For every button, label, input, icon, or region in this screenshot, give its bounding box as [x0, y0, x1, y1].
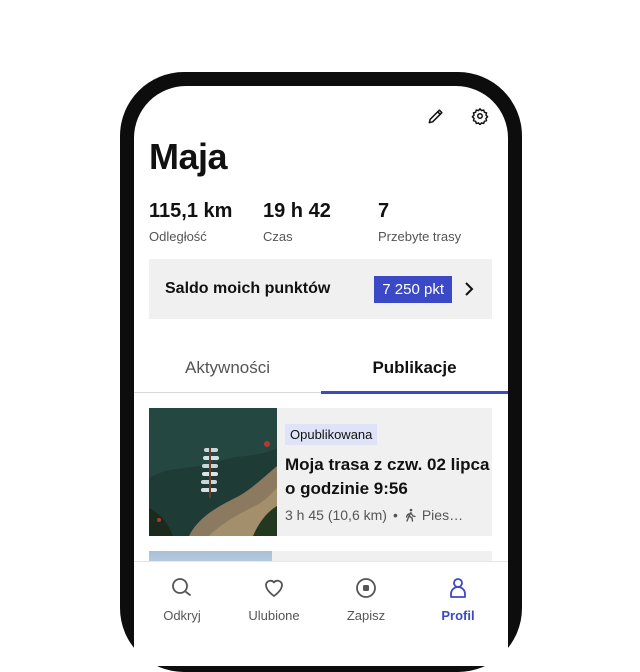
nav-profile[interactable]: Profil — [412, 576, 504, 623]
publication-title: Moja trasa z czw. 02 lipca o godzinie 9:… — [285, 455, 490, 498]
activity-type: Pies… — [421, 507, 464, 523]
stat-value: 7 — [378, 200, 390, 222]
stat-value: 115,1 km — [149, 200, 233, 222]
nav-label: Odkryj — [163, 608, 201, 623]
bottom-navigation: Odkryj Ulubione Zapisz Profil — [134, 561, 508, 666]
nav-favorites[interactable]: Ulubione — [228, 576, 320, 623]
publication-meta: 3 h 45 (10,6 km) • Pies… — [285, 507, 492, 523]
stat-routes: 7 Przebyte trasy — [378, 200, 461, 244]
walking-icon — [405, 508, 416, 522]
nav-label: Zapisz — [346, 608, 386, 623]
tab-bar: Aktywności Publikacje — [134, 348, 508, 394]
route-photo — [149, 408, 277, 536]
nav-label: Ulubione — [248, 608, 300, 623]
stat-distance: 115,1 km Odległość — [149, 200, 232, 244]
pencil-icon — [428, 109, 443, 124]
stat-label: Czas — [263, 229, 293, 244]
gear-icon — [471, 107, 489, 125]
meta-separator: • — [392, 507, 398, 523]
tab-publications[interactable]: Publikacje — [321, 348, 508, 394]
stat-label: Przebyte trasy — [378, 229, 462, 244]
publication-card[interactable]: Opublikowana Moja trasa z czw. 02 lipca … — [149, 408, 492, 536]
app-screen: Maja 115,1 km Odległość 19 h 42 Czas 7 P… — [134, 86, 508, 666]
nav-record[interactable]: Zapisz — [320, 576, 412, 623]
stat-time: 19 h 42 Czas — [263, 200, 331, 244]
points-value-badge: 7 250 pkt — [374, 275, 452, 303]
search-icon — [172, 578, 191, 596]
status-badge: Opublikowana — [285, 424, 378, 445]
record-icon — [356, 578, 376, 598]
points-label: Saldo moich punktów — [165, 280, 331, 297]
profile-name: Maja — [149, 136, 228, 177]
person-icon — [450, 578, 466, 598]
stat-value: 19 h 42 — [263, 200, 331, 222]
route-duration: 3 h 45 (10,6 km) — [285, 507, 387, 523]
chevron-right-icon — [464, 281, 474, 297]
points-balance-row[interactable]: Saldo moich punktów 7 250 pkt — [149, 259, 492, 319]
nav-discover[interactable]: Odkryj — [136, 576, 228, 623]
stat-label: Odległość — [149, 229, 207, 244]
heart-icon — [265, 579, 283, 597]
publication-info: Opublikowana Moja trasa z czw. 02 lipca … — [285, 424, 492, 523]
tab-activities[interactable]: Aktywności — [134, 348, 321, 392]
settings-button[interactable] — [466, 102, 494, 130]
nav-label: Profil — [441, 608, 475, 623]
edit-button[interactable] — [422, 102, 450, 130]
